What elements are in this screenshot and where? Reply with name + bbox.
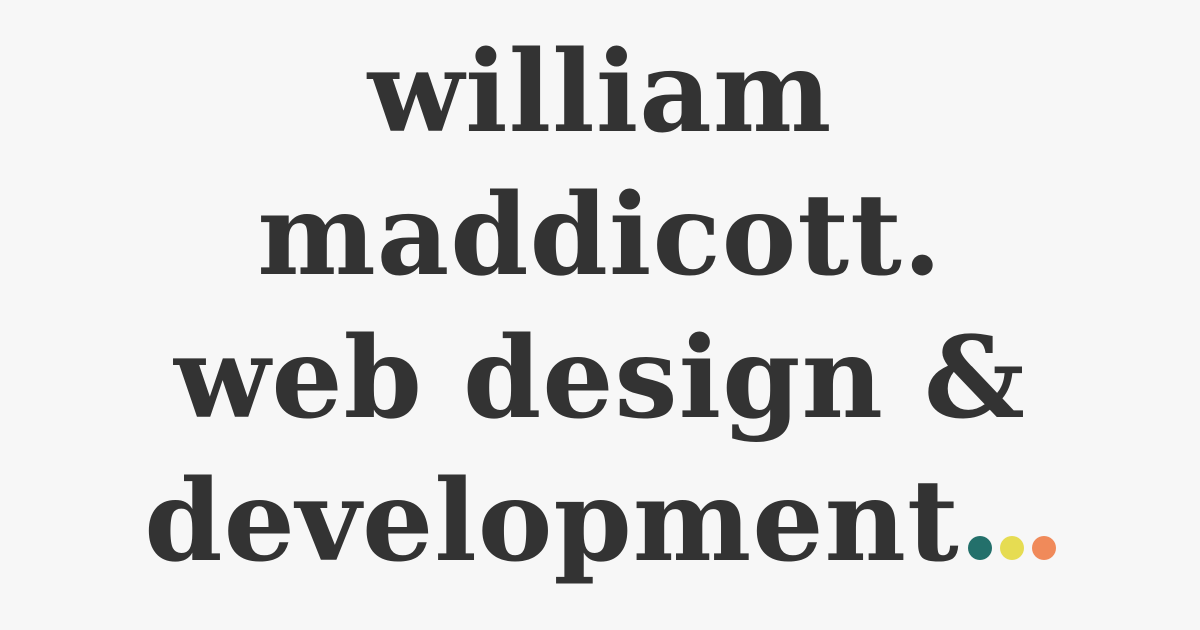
teal-dot-icon <box>967 536 992 560</box>
hero-headline: william maddicott. web design & developm… <box>0 0 1200 630</box>
headline-line-3: web design & <box>174 313 1026 444</box>
headline-line-4: development <box>144 450 1056 593</box>
orange-dot-icon <box>1031 536 1056 560</box>
headline-line-1: william <box>367 27 833 158</box>
headline-line-4-text: development <box>144 456 960 587</box>
yellow-dot-icon <box>999 536 1024 560</box>
headline-line-2: maddicott. <box>257 170 943 301</box>
ellipsis-dots <box>967 536 1056 560</box>
